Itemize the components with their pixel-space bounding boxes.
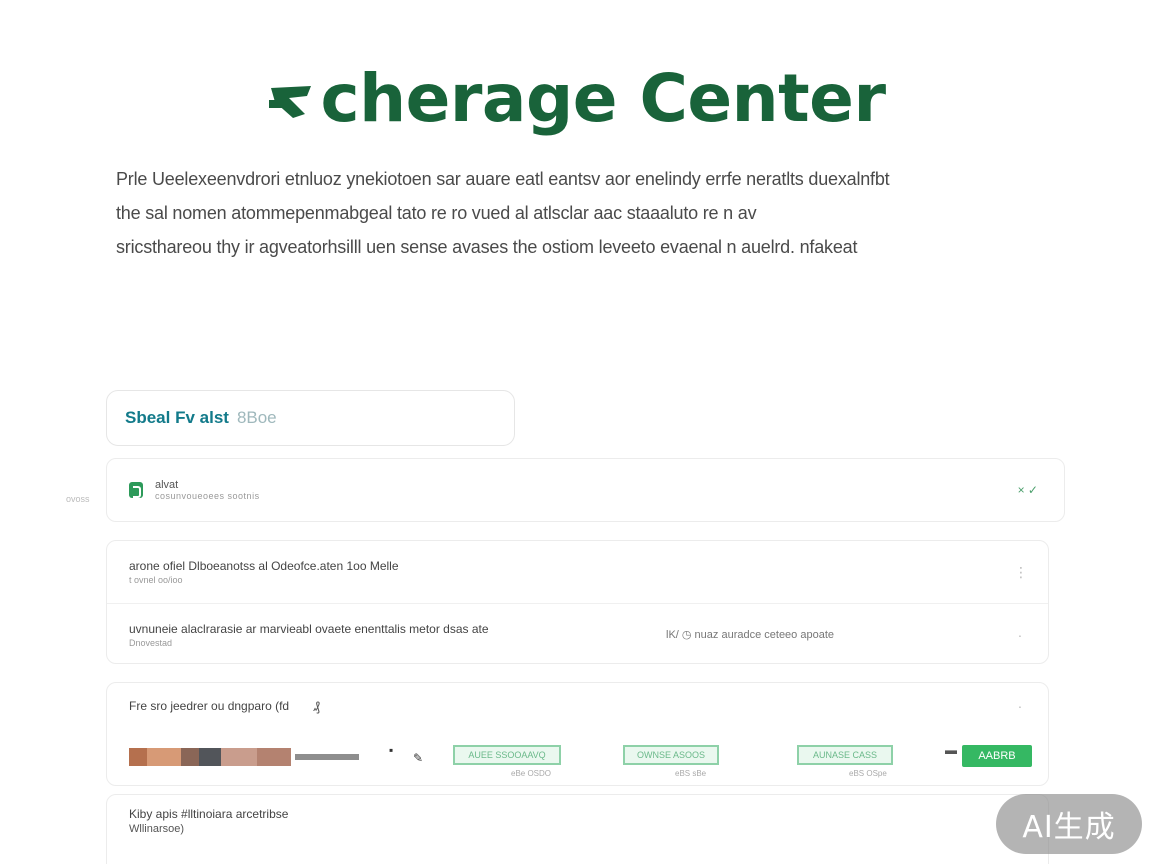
intro-line: the sal nomen atommepenmabgeal tato re r…	[116, 203, 757, 223]
more-options-icon[interactable]: ⋮	[1014, 564, 1028, 581]
swatch-segment	[199, 748, 221, 766]
plans-header: Fre sro jeedrer ou dngparo (fd ₰ ·	[107, 683, 1048, 729]
search-box[interactable]: Sbeal Fv alst 8Boe	[106, 390, 515, 446]
pencil-icon[interactable]: ✎	[413, 751, 423, 765]
intro-line: Prle Ueelexeenvdrori etnluoz ynekiotoen …	[116, 169, 890, 189]
bottom-card: Kiby apis #lltinoiara arcetribse Wllinar…	[106, 794, 1049, 864]
intro-text: Prle Ueelexeenvdrori etnluoz ynekiotoen …	[116, 162, 1046, 264]
side-label: ovoss	[66, 494, 90, 504]
record-title: arone ofiel Dlboeanotss al Odeofce.aten …	[129, 559, 399, 573]
swatch-segment	[147, 748, 181, 766]
plan-note: eBS sBe	[675, 769, 707, 778]
recharge-button[interactable]: AABRB	[962, 745, 1032, 767]
account-subtitle: cosunvoueoees sootnis	[155, 491, 260, 501]
record-title: uvnuneie alaclrarasie ar marvieabl ovaet…	[129, 621, 489, 636]
intro-line: sricsthareou thy ir agveatorhsilll uen s…	[116, 237, 858, 257]
recharge-logo-icon	[268, 85, 311, 118]
list-item[interactable]: Kiby apis #lltinoiara arcetribse Wllinar…	[107, 795, 1048, 847]
records-card: arone ofiel Dlboeanotss al Odeofce.aten …	[106, 540, 1049, 664]
account-name: alvat	[155, 479, 179, 491]
ai-generated-badge: AI生成	[996, 794, 1142, 854]
color-swatch-bar	[129, 748, 359, 766]
bottom-subtitle: Wllinarsoe)	[129, 823, 185, 835]
record-subtitle: Dnovestad	[129, 637, 173, 648]
swatch-segment	[221, 748, 257, 766]
more-options-icon[interactable]: ·	[1014, 698, 1026, 714]
header: cherage Center	[0, 60, 1152, 137]
page-title-text: cherage Center	[320, 60, 887, 137]
search-suffix: 8Boe	[236, 408, 277, 427]
swatch-segment	[181, 748, 199, 766]
plan-option[interactable]: AUNASE CASS	[797, 745, 893, 765]
plan-note: eBe OSDO	[511, 769, 552, 778]
record-detail: lK/ ◷ nuaz auradce ceteeo apoate	[666, 629, 834, 641]
plan-option[interactable]: AUEE SSOOAAVQ	[453, 745, 561, 765]
dash-icon: ▬	[945, 743, 957, 757]
list-item[interactable]: uvnuneie alaclrarasie ar marvieabl ovaet…	[107, 603, 1048, 665]
plans-title: Fre sro jeedrer ou dngparo (fd	[129, 699, 290, 713]
swatch-segment	[129, 748, 147, 766]
account-icon	[129, 482, 143, 498]
plans-glyph: ₰	[313, 698, 320, 714]
plan-note: eBS OSpe	[849, 769, 887, 778]
plan-option[interactable]: OWNSE ASOOS	[623, 745, 719, 765]
check-icon[interactable]: × ✓	[1018, 483, 1038, 497]
plans-row: ▪ ✎ AUEE SSOOAAVQ eBe OSDO OWNSE ASOOS e…	[107, 729, 1048, 785]
swatch-segment	[257, 748, 291, 766]
plans-card: Fre sro jeedrer ou dngparo (fd ₰ · ▪ ✎ A…	[106, 682, 1049, 786]
record-subtitle: t ovnel oo/ioo	[129, 575, 183, 585]
bottom-title: Kiby apis #lltinoiara arcetribse	[129, 807, 289, 821]
page-title: cherage Center	[267, 60, 886, 137]
account-card[interactable]: alvat cosunvoueoees sootnis × ✓	[106, 458, 1065, 522]
list-item[interactable]: arone ofiel Dlboeanotss al Odeofce.aten …	[107, 541, 1048, 603]
pin-icon: ▪	[389, 743, 394, 757]
more-options-icon[interactable]: ·	[1014, 627, 1026, 643]
swatch-segment	[295, 754, 359, 760]
search-label: Sbeal Fv alst	[125, 408, 229, 427]
